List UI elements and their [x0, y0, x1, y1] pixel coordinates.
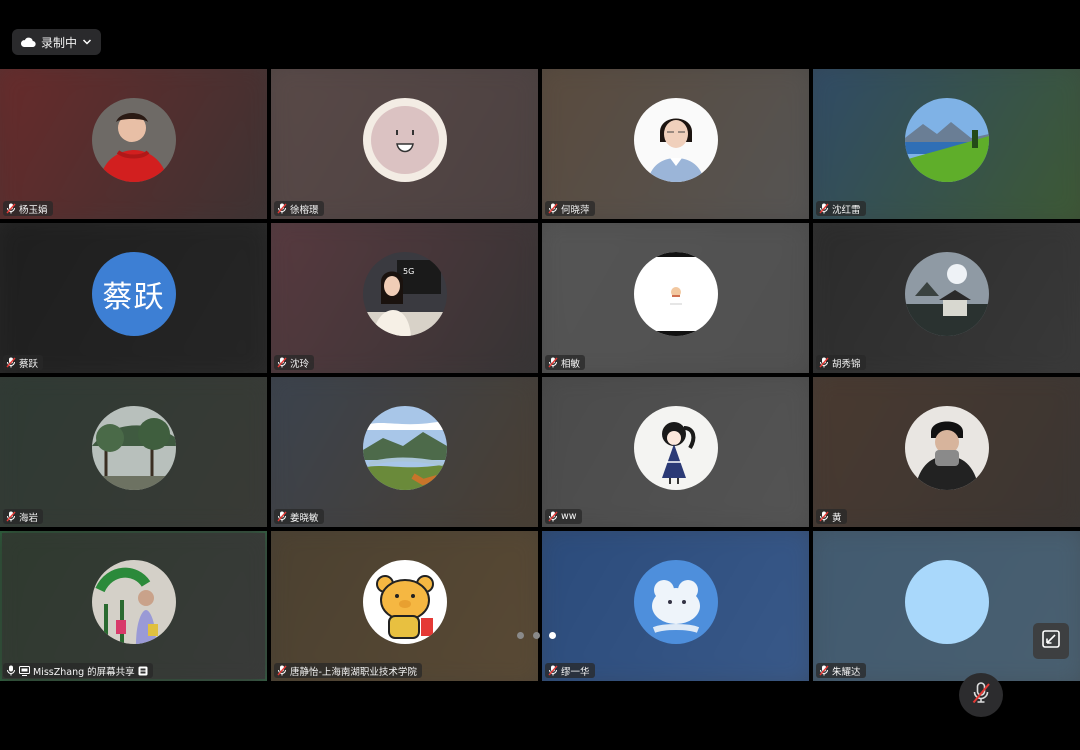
participant-avatar: 5G: [362, 252, 447, 336]
participant-name-tag: 姜晓敏: [274, 509, 324, 524]
participant-tile[interactable]: 姜晓敏: [271, 377, 538, 527]
participant-tile[interactable]: 沈红雷: [813, 69, 1080, 219]
participant-name: 唐静怡-上海南湖职业技术学院: [290, 666, 417, 678]
participant-name-tag: 何晓萍: [545, 201, 595, 216]
participant-avatar: [362, 560, 447, 644]
participant-name: MissZhang 的屏幕共享: [33, 666, 135, 678]
mic-muted-icon: [819, 511, 829, 522]
participant-tile[interactable]: 缪一华: [542, 531, 809, 681]
participant-name: 海岩: [19, 512, 39, 524]
participant-name: 胡秀锦: [832, 358, 861, 370]
participant-avatar: [91, 406, 176, 490]
participant-avatar: [91, 98, 176, 182]
participant-name: 相敏: [561, 358, 581, 370]
participant-avatar: [362, 406, 447, 490]
mic-muted-icon: [277, 203, 287, 214]
participant-name-tag: 黄: [816, 509, 847, 524]
participant-name-tag: 海岩: [3, 509, 44, 524]
mic-muted-icon: [548, 511, 558, 522]
participant-name-tag: 唐静怡-上海南湖职业技术学院: [274, 663, 422, 678]
participant-tile[interactable]: ww: [542, 377, 809, 527]
mic-muted-icon: [548, 203, 558, 214]
participant-tile[interactable]: 黄: [813, 377, 1080, 527]
participant-name: 何晓萍: [561, 204, 590, 216]
participant-avatar: [904, 406, 989, 490]
participant-tile[interactable]: 5G 沈玲: [271, 223, 538, 373]
participant-grid: 杨玉娟 徐榕璟 何晓萍 沈红雷 蔡跃 蔡跃 5G 沈玲 相敏 胡秀锦 海岩 姜晓敏 ww 黄 MissZha…: [0, 69, 1080, 681]
participant-name-tag: 蔡跃: [3, 355, 44, 370]
participant-avatar: [633, 406, 718, 490]
participant-tile[interactable]: MissZhang 的屏幕共享: [0, 531, 267, 681]
participant-name: 朱耀达: [832, 666, 861, 678]
share-document-icon: [138, 666, 148, 676]
participant-tile[interactable]: 海岩: [0, 377, 267, 527]
participant-tile[interactable]: 杨玉娟: [0, 69, 267, 219]
participant-avatar: [904, 560, 989, 644]
mic-muted-icon: [970, 681, 992, 709]
mic-muted-icon: [819, 665, 829, 676]
mic-muted-icon: [819, 357, 829, 368]
exit-fullscreen-button[interactable]: [1033, 623, 1069, 659]
participant-name-tag: 徐榕璟: [274, 201, 324, 216]
mic-muted-icon: [277, 357, 287, 368]
participant-name: ww: [561, 511, 577, 522]
participant-name-tag: 相敏: [545, 355, 586, 370]
participant-name: 蔡跃: [19, 358, 39, 370]
page-dot[interactable]: [549, 632, 556, 639]
page-dot[interactable]: [533, 632, 540, 639]
participant-tile[interactable]: 相敏: [542, 223, 809, 373]
cloud-icon: [20, 36, 36, 48]
participant-tile[interactable]: 蔡跃 蔡跃: [0, 223, 267, 373]
recording-label: 录制中: [41, 35, 78, 50]
page-dot[interactable]: [517, 632, 524, 639]
participant-tile[interactable]: 唐静怡-上海南湖职业技术学院: [271, 531, 538, 681]
participant-name-tag: MissZhang 的屏幕共享: [3, 663, 153, 678]
participant-avatar: 蔡跃: [91, 252, 176, 336]
mic-muted-icon: [548, 665, 558, 676]
svg-text:5G: 5G: [403, 267, 414, 276]
participant-name: 缪一华: [561, 666, 590, 678]
mic-muted-icon: [6, 357, 16, 368]
recording-indicator[interactable]: 录制中: [12, 29, 102, 55]
mute-button[interactable]: [959, 673, 1003, 717]
exit-fullscreen-icon: [1041, 629, 1061, 653]
participant-avatar: [633, 560, 718, 644]
participant-avatar: [91, 560, 176, 644]
mic-muted-icon: [6, 203, 16, 214]
participant-avatar: [633, 252, 718, 336]
mic-muted-icon: [277, 665, 287, 676]
participant-name-tag: 沈红雷: [816, 201, 866, 216]
participant-name-tag: 缪一华: [545, 663, 595, 678]
mic-muted-icon: [548, 357, 558, 368]
participant-tile[interactable]: 徐榕璟: [271, 69, 538, 219]
participant-avatar: [633, 98, 718, 182]
participant-name-tag: 朱耀达: [816, 663, 866, 678]
participant-name: 姜晓敏: [290, 512, 319, 524]
mic-muted-icon: [6, 511, 16, 522]
mic-muted-icon: [277, 511, 287, 522]
participant-avatar: [904, 252, 989, 336]
participant-name: 杨玉娟: [19, 204, 48, 216]
participant-name: 黄: [832, 512, 842, 524]
screen-share-icon: [19, 665, 30, 676]
participant-name-tag: ww: [545, 509, 582, 524]
page-indicator[interactable]: [517, 632, 556, 639]
participant-name-tag: 胡秀锦: [816, 355, 866, 370]
participant-name: 沈玲: [290, 358, 310, 370]
participant-tile[interactable]: 胡秀锦: [813, 223, 1080, 373]
participant-tile[interactable]: 何晓萍: [542, 69, 809, 219]
chevron-down-icon: [82, 38, 92, 46]
participant-name-tag: 杨玉娟: [3, 201, 53, 216]
mic-muted-icon: [819, 203, 829, 214]
participant-avatar: [362, 98, 447, 182]
participant-avatar: [904, 98, 989, 182]
participant-name: 徐榕璟: [290, 204, 319, 216]
participant-name-tag: 沈玲: [274, 355, 315, 370]
participant-name: 沈红雷: [832, 204, 861, 216]
mic-icon: [6, 665, 16, 676]
avatar-initials: 蔡跃: [102, 280, 165, 315]
